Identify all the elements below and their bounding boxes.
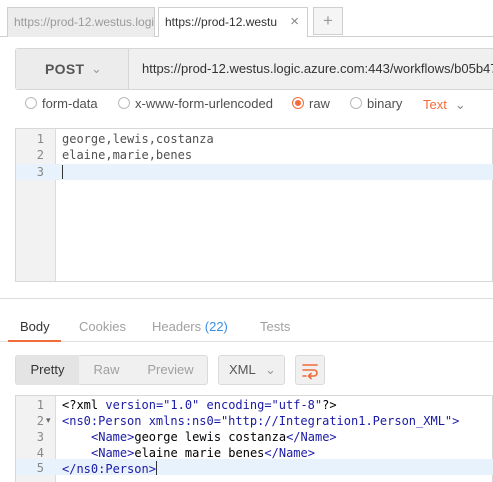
response-line-3: <Name>george lewis costanza</Name> — [91, 430, 337, 444]
section-divider — [0, 298, 493, 299]
tab-body[interactable]: Body — [20, 319, 50, 334]
tab-tests[interactable]: Tests — [260, 319, 290, 334]
xml-tag: <Name> — [91, 430, 135, 444]
xml-attr-name: xmlns:ns0 — [148, 414, 214, 428]
active-tab-indicator — [8, 340, 61, 342]
xml-attr-value: ="1.0" — [155, 398, 200, 412]
xml-space — [199, 398, 206, 412]
xml-tag: <Name> — [91, 446, 135, 460]
chevron-down-icon: ⌄ — [91, 61, 103, 76]
method-label: POST — [45, 61, 85, 77]
request-body-line: george,lewis,costanza — [62, 132, 214, 146]
xml-text: george lewis costanza — [134, 430, 287, 444]
line-number: 4 — [36, 446, 44, 460]
pretty-button[interactable]: Pretty — [16, 355, 79, 385]
tab-label: https://prod-12.westus.logic — [14, 15, 155, 29]
radio-label: form-data — [42, 96, 98, 111]
request-body-line: elaine,marie,benes — [62, 148, 193, 162]
radio-icon — [350, 97, 362, 109]
text-cursor — [155, 461, 157, 475]
fold-toggle-icon[interactable]: ▾ — [46, 415, 51, 426]
xml-text: elaine marie benes — [134, 446, 265, 460]
radio-selected-icon — [292, 97, 304, 109]
radio-urlencoded[interactable]: x-www-form-urlencoded — [118, 96, 273, 112]
radio-icon — [25, 97, 37, 109]
radio-label: raw — [309, 96, 330, 111]
radio-label: binary — [367, 96, 403, 111]
wrap-lines-button[interactable] — [295, 355, 325, 385]
xml-attr-name: version — [105, 398, 156, 412]
radio-form-data[interactable]: form-data — [25, 96, 98, 112]
line-number: 3 — [36, 165, 44, 179]
raw-button[interactable]: Raw — [79, 355, 134, 385]
xml-tag: </ns0:Person> — [62, 462, 156, 476]
tab-headers-label: Headers — [152, 319, 202, 334]
format-select[interactable]: XML ⌄ — [218, 355, 285, 385]
xml-pi-open: <?xml — [62, 398, 106, 412]
line-number: 5 — [36, 461, 44, 475]
close-icon[interactable]: × — [290, 8, 299, 36]
tab-headers[interactable]: Headers (22) — [152, 319, 228, 334]
content-type-select[interactable]: Text ⌄ — [423, 97, 466, 113]
radio-binary[interactable]: binary — [350, 96, 402, 112]
response-line-5: </ns0:Person> — [62, 461, 157, 476]
active-line-highlight — [16, 164, 493, 180]
preview-button[interactable]: Preview — [134, 355, 207, 385]
line-number: 1 — [36, 398, 44, 412]
url-input[interactable]: https://prod-12.westus.logic.azure.com:4… — [142, 49, 493, 89]
tab-request-1[interactable]: https://prod-12.westus.logic — [7, 7, 155, 37]
chevron-down-icon: ⌄ — [454, 97, 466, 112]
xml-tag: <ns0:Person — [62, 414, 149, 428]
xml-attr-value: ="utf-8" — [264, 398, 323, 412]
line-number: 2 — [36, 148, 44, 162]
xml-attr-value: ="http://Integration1.Person_XML" — [213, 414, 453, 428]
wrap-lines-icon — [302, 364, 318, 380]
radio-icon — [118, 97, 130, 109]
tab-request-2[interactable]: https://prod-12.westu × — [158, 7, 308, 37]
xml-tag: > — [452, 414, 460, 428]
headers-count-badge: (22) — [204, 319, 228, 334]
chevron-down-icon: ⌄ — [265, 362, 276, 377]
tab-label: https://prod-12.westu — [165, 15, 278, 29]
response-line-1: <?xml version="1.0" encoding="utf-8"?> — [62, 398, 337, 412]
tab-cookies[interactable]: Cookies — [79, 319, 126, 334]
response-line-2: <ns0:Person xmlns:ns0="http://Integratio… — [62, 414, 459, 428]
method-select[interactable]: POST ⌄ — [16, 49, 129, 89]
xml-pi-close: ?> — [322, 398, 337, 412]
response-line-4: <Name>elaine marie benes</Name> — [91, 446, 315, 460]
plus-icon: + — [323, 11, 333, 30]
format-label: XML — [229, 362, 256, 377]
xml-attr-name: encoding — [206, 398, 265, 412]
line-number: 2 — [36, 414, 44, 428]
xml-tag: </Name> — [264, 446, 315, 460]
tabs-divider — [0, 341, 493, 342]
radio-raw[interactable]: raw — [292, 96, 330, 112]
text-cursor — [62, 165, 63, 179]
radio-label: x-www-form-urlencoded — [135, 96, 273, 111]
xml-tag: </Name> — [286, 430, 337, 444]
line-number: 3 — [36, 430, 44, 444]
content-type-label: Text — [423, 97, 447, 112]
line-number: 1 — [36, 132, 44, 146]
new-tab-button[interactable]: + — [313, 7, 343, 35]
